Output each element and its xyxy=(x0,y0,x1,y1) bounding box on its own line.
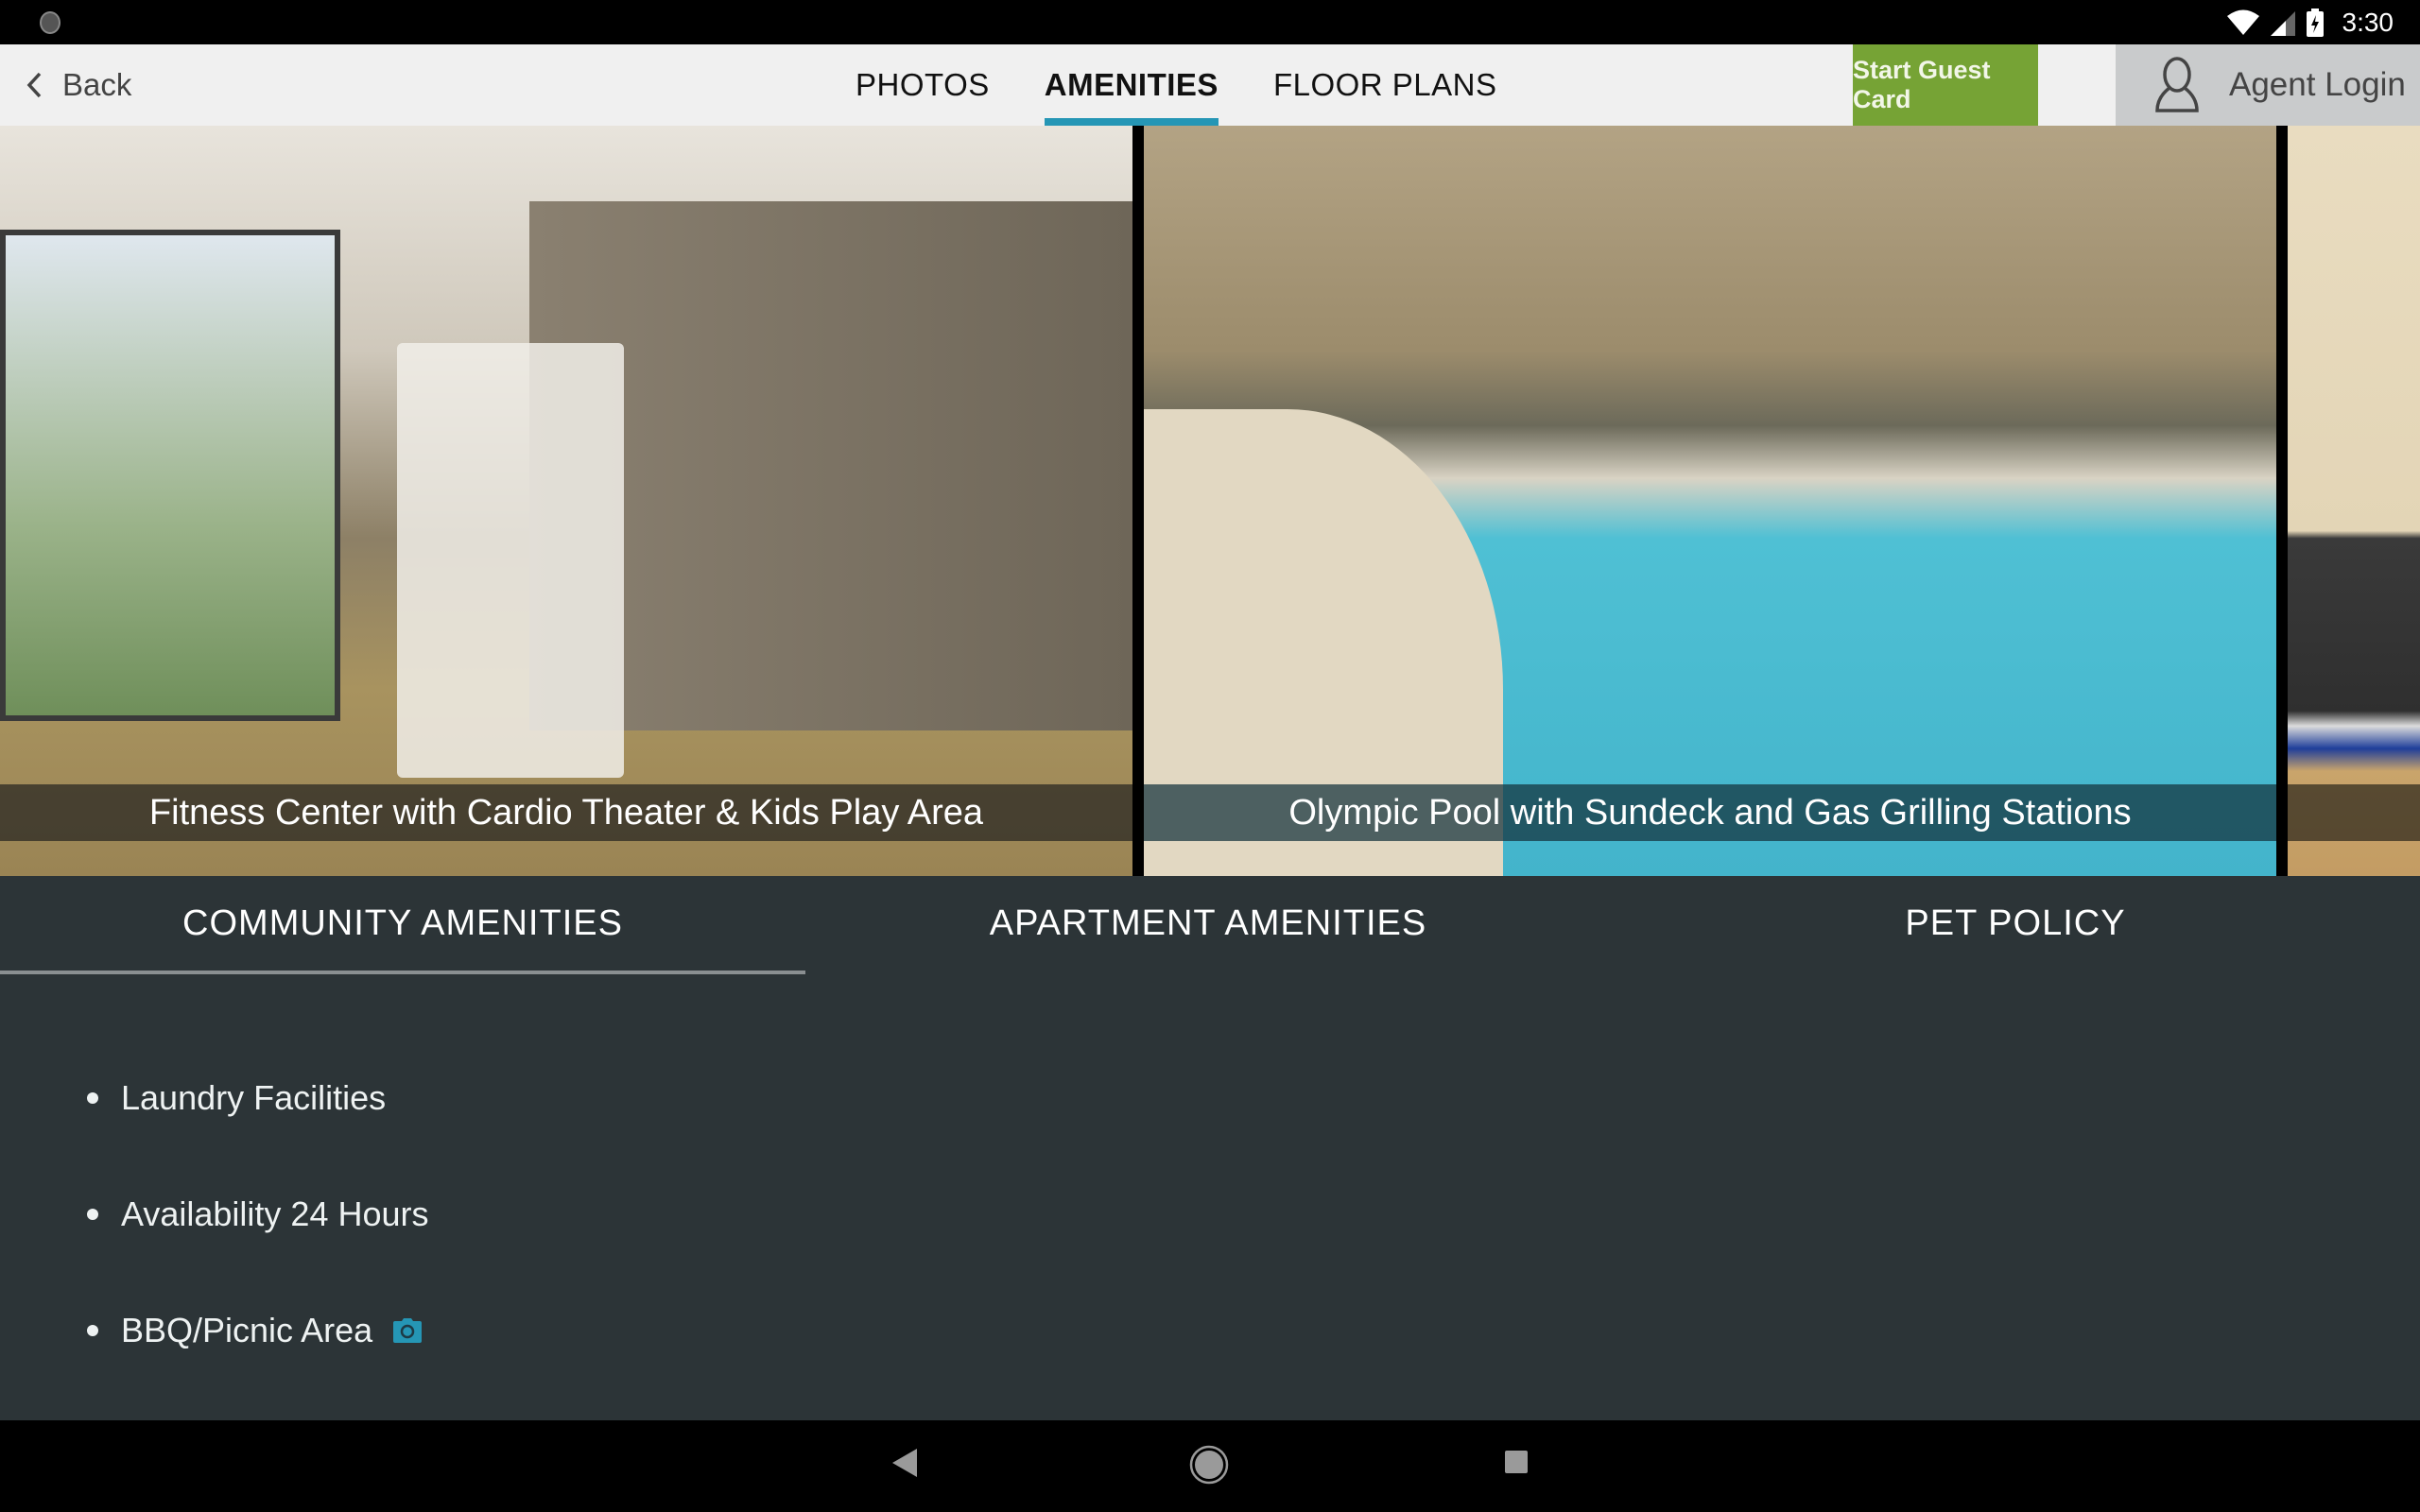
start-guest-card-button[interactable]: Start Guest Card xyxy=(1853,44,2038,126)
photo-card[interactable] xyxy=(2288,126,2420,876)
home-icon[interactable] xyxy=(1189,1445,1229,1485)
back-button[interactable]: Back xyxy=(26,44,131,126)
photo-card[interactable]: Olympic Pool with Sundeck and Gas Grilli… xyxy=(1144,126,2276,876)
agent-login-label: Agent Login xyxy=(2229,66,2406,103)
list-item: BBQ/Picnic Area xyxy=(87,1302,423,1359)
tab-pet-policy[interactable]: PET POLICY xyxy=(1613,876,2418,971)
status-bar: 3:30 xyxy=(0,0,2420,44)
amenity-label: Availability 24 Hours xyxy=(121,1194,429,1233)
photo-caption: Fitness Center with Cardio Theater & Kid… xyxy=(0,784,1132,841)
photo-carousel[interactable]: Fitness Center with Cardio Theater & Kid… xyxy=(0,126,2420,876)
amenity-tabs: COMMUNITY AMENITIES APARTMENT AMENITIES … xyxy=(0,876,2420,974)
clock: 3:30 xyxy=(2342,7,2394,37)
back-label: Back xyxy=(62,67,132,102)
chevron-left-icon xyxy=(26,72,42,98)
photo-image xyxy=(0,230,340,721)
cell-signal-icon xyxy=(2270,10,2295,36)
photo-card[interactable]: Fitness Center with Cardio Theater & Kid… xyxy=(0,126,1132,876)
recents-icon[interactable] xyxy=(1503,1449,1530,1475)
tab-amenities[interactable]: AMENITIES xyxy=(1044,44,1219,126)
bullet xyxy=(87,1092,98,1104)
amenity-label: Laundry Facilities xyxy=(121,1078,387,1117)
back-icon[interactable] xyxy=(890,1447,919,1479)
list-item: Laundry Facilities xyxy=(87,1070,386,1126)
main-tabs: PHOTOS AMENITIES FLOOR PLANS xyxy=(856,44,1497,126)
wifi-icon xyxy=(2226,9,2259,35)
system-nav-bar xyxy=(0,1420,2420,1512)
list-item: Availability 24 Hours xyxy=(87,1186,429,1243)
photo-caption xyxy=(2288,784,2420,841)
photo-image xyxy=(397,343,624,778)
notification-icon xyxy=(40,11,60,34)
user-icon xyxy=(2155,57,2199,112)
app-header: Back PHOTOS AMENITIES FLOOR PLANS Start … xyxy=(0,44,2420,126)
battery-charging-icon xyxy=(2306,8,2324,37)
tab-apartment-amenities[interactable]: APARTMENT AMENITIES xyxy=(805,876,1611,971)
bullet xyxy=(87,1325,98,1336)
camera-icon[interactable] xyxy=(393,1318,423,1343)
tab-community-amenities[interactable]: COMMUNITY AMENITIES xyxy=(0,876,805,974)
agent-login-button[interactable]: Agent Login xyxy=(2116,44,2420,126)
status-icons: 3:30 xyxy=(2226,0,2394,44)
tab-floor-plans[interactable]: FLOOR PLANS xyxy=(1273,44,1497,126)
photo-caption: Olympic Pool with Sundeck and Gas Grilli… xyxy=(1144,784,2276,841)
bullet xyxy=(87,1209,98,1220)
tab-photos[interactable]: PHOTOS xyxy=(856,44,990,126)
amenity-label: BBQ/Picnic Area xyxy=(121,1311,373,1349)
